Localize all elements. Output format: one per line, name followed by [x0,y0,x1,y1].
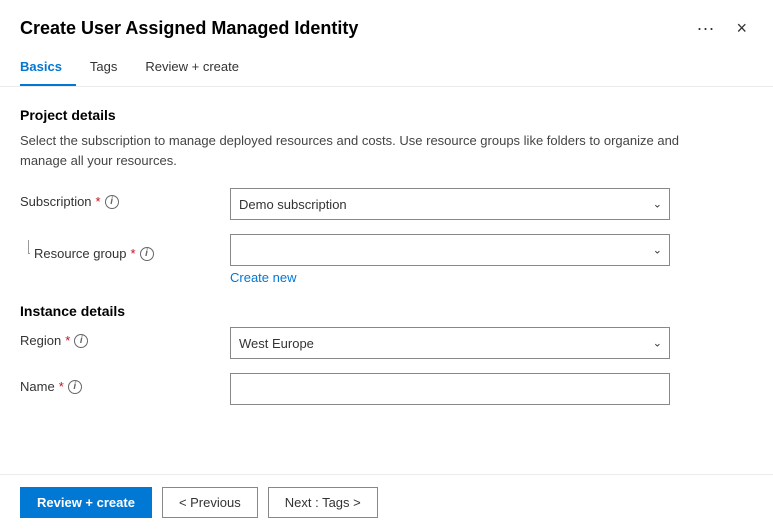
name-required: * [59,379,64,394]
subscription-select[interactable]: Demo subscription [230,188,670,220]
subscription-info-icon[interactable]: i [105,195,119,209]
dialog-title: Create User Assigned Managed Identity [20,18,358,39]
review-create-button[interactable]: Review + create [20,487,152,518]
tab-basics[interactable]: Basics [20,49,76,86]
resource-group-label: Resource group * i [34,240,154,261]
tab-tags[interactable]: Tags [90,49,131,86]
name-input[interactable] [230,373,670,405]
name-control [230,373,670,405]
dialog-header: Create User Assigned Managed Identity ··… [0,0,773,49]
subscription-row: Subscription * i Demo subscription ⌄ [20,188,753,220]
resource-group-select-wrapper: ⌄ [230,234,670,266]
region-row: Region * i West EuropeEast USNorth Europ… [20,327,753,359]
region-info-icon[interactable]: i [74,334,88,348]
create-dialog: Create User Assigned Managed Identity ··… [0,0,773,530]
previous-button[interactable]: < Previous [162,487,258,518]
subscription-label: Subscription * i [20,188,230,209]
resource-group-info-icon[interactable]: i [140,247,154,261]
region-required: * [65,333,70,348]
region-select[interactable]: West EuropeEast USNorth Europe [230,327,670,359]
resource-group-select[interactable] [230,234,670,266]
instance-details-section: Instance details Region * i West EuropeE… [20,303,753,405]
name-row: Name * i [20,373,753,405]
instance-details-title: Instance details [20,303,753,319]
project-details-title: Project details [20,107,753,123]
subscription-select-wrapper: Demo subscription ⌄ [230,188,670,220]
resource-group-indent: Resource group * i [20,234,230,261]
dialog-header-actions: ··· × [693,16,754,41]
name-label: Name * i [20,373,230,394]
project-details-description: Select the subscription to manage deploy… [20,131,700,170]
close-button[interactable]: × [730,16,753,41]
tab-bar: Basics Tags Review + create [0,49,773,87]
region-label: Region * i [20,327,230,348]
resource-group-required: * [131,246,136,261]
create-new-link[interactable]: Create new [230,270,670,285]
subscription-control: Demo subscription ⌄ [230,188,670,220]
region-control: West EuropeEast USNorth Europe ⌄ [230,327,670,359]
tab-review-create[interactable]: Review + create [145,49,253,86]
indent-line [28,240,30,254]
subscription-required: * [96,194,101,209]
ellipsis-button[interactable]: ··· [693,16,719,41]
resource-group-row: Resource group * i ⌄ Create new [20,234,753,285]
form-content: Project details Select the subscription … [0,87,773,474]
region-select-wrapper: West EuropeEast USNorth Europe ⌄ [230,327,670,359]
dialog-footer: Review + create < Previous Next : Tags > [0,474,773,530]
resource-group-control: ⌄ Create new [230,234,670,285]
next-button[interactable]: Next : Tags > [268,487,378,518]
name-info-icon[interactable]: i [68,380,82,394]
